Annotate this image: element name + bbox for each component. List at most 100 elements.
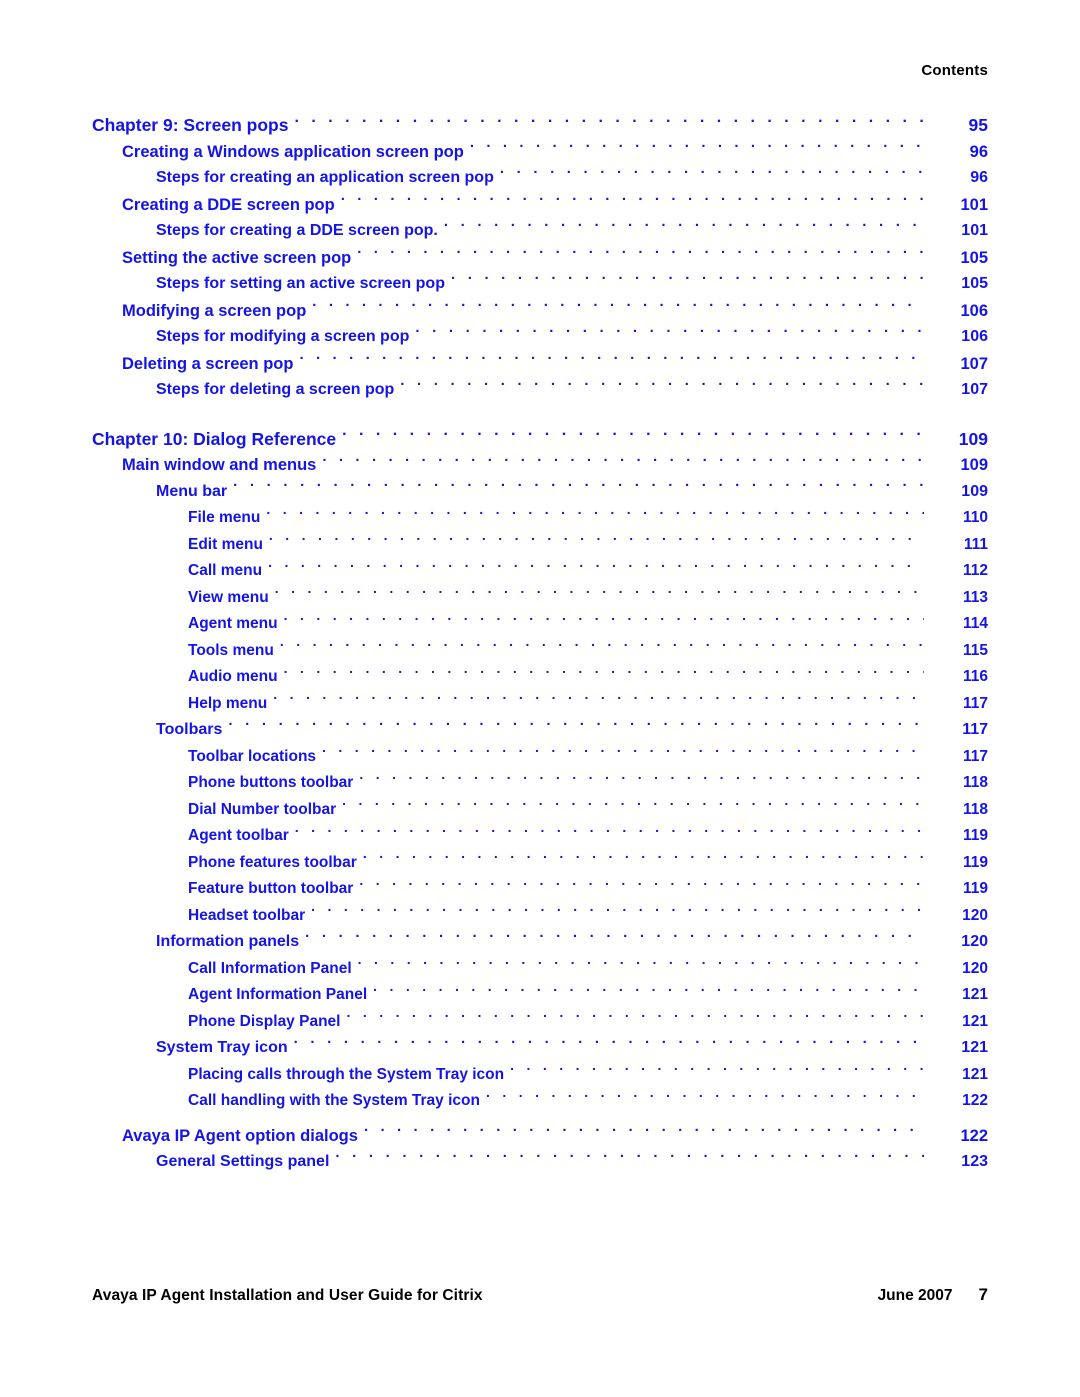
toc-entry[interactable]: Setting the active screen pop 105 <box>92 245 988 272</box>
toc-entry[interactable]: Modifying a screen pop 106 <box>92 298 988 325</box>
toc-entry-title: Tools menu <box>188 641 274 659</box>
toc-entry-title: Call Information Panel <box>188 959 352 977</box>
toc-entry-title: Steps for modifying a screen pop <box>156 328 410 345</box>
toc-entry[interactable]: Dial Number toolbar 118 <box>92 797 988 824</box>
toc-dot-leader <box>305 930 924 946</box>
toc-entry-page-number: 117 <box>962 747 988 765</box>
table-of-contents: Chapter 9: Screen pops 95 Creating a Windo… <box>92 112 988 1176</box>
toc-entry-title: Chapter 9: Screen pops <box>92 115 289 135</box>
toc-entry-page-number: 116 <box>962 668 988 685</box>
toc-entry-title: Audio menu <box>188 668 278 685</box>
toc-entry[interactable]: Toolbar locations 117 <box>92 744 988 771</box>
toc-entry[interactable]: Placing calls through the System Tray ic… <box>92 1062 988 1089</box>
toc-entry[interactable]: Creating a DDE screen pop 101 <box>92 192 988 219</box>
toc-entry[interactable]: Steps for setting an active screen pop 10… <box>92 271 988 298</box>
toc-entry[interactable]: Menu bar 109 <box>92 479 988 506</box>
footer-document-title: Avaya IP Agent Installation and User Gui… <box>92 1287 483 1304</box>
toc-entry-title: File menu <box>188 509 261 526</box>
toc-dot-leader <box>335 1150 924 1166</box>
toc-entry[interactable]: Headset toolbar 120 <box>92 903 988 930</box>
toc-entry[interactable]: Chapter 9: Screen pops 95 <box>92 112 988 139</box>
toc-entry-title: Agent menu <box>188 615 278 632</box>
toc-entry-page-number: 122 <box>960 1126 988 1145</box>
toc-entry-page-number: 109 <box>960 456 988 474</box>
toc-entry-page-number: 121 <box>962 1012 988 1030</box>
toc-entry[interactable]: Feature button toolbar 119 <box>92 876 988 903</box>
toc-entry[interactable]: Edit menu 111 <box>92 532 988 559</box>
toc-entry[interactable]: Creating a Windows application screen po… <box>92 139 988 166</box>
toc-entry[interactable]: Phone Display Panel 121 <box>92 1009 988 1036</box>
toc-entry[interactable]: Audio menu 116 <box>92 664 988 691</box>
toc-dot-leader <box>299 352 924 369</box>
toc-entry-title: Setting the active screen pop <box>122 248 352 267</box>
toc-entry-title: Phone Display Panel <box>188 1012 341 1030</box>
toc-entry[interactable]: Information panels 120 <box>92 929 988 956</box>
toc-dot-leader <box>268 560 924 576</box>
toc-entry[interactable]: Deleting a screen pop 107 <box>92 351 988 378</box>
toc-entry[interactable]: Phone buttons toolbar 118 <box>92 770 988 797</box>
toc-dot-leader <box>284 613 924 629</box>
toc-entry[interactable]: General Settings panel 123 <box>92 1149 988 1176</box>
toc-entry-title: View menu <box>188 588 269 606</box>
toc-entry[interactable]: Agent menu 114 <box>92 611 988 638</box>
toc-dot-leader <box>266 507 924 523</box>
toc-entry[interactable]: Steps for creating a DDE screen pop. 101 <box>92 218 988 245</box>
toc-dot-leader <box>364 1124 924 1141</box>
toc-dot-leader <box>486 1090 924 1106</box>
toc-dot-leader <box>342 427 924 445</box>
toc-entry[interactable]: Avaya IP Agent option dialogs 122 <box>92 1123 988 1150</box>
toc-dot-leader <box>294 114 924 132</box>
toc-entry[interactable]: Call handling with the System Tray icon 1… <box>92 1088 988 1115</box>
toc-entry[interactable]: View menu 113 <box>92 585 988 612</box>
footer-page-number: 7 <box>978 1285 988 1304</box>
toc-entry[interactable]: Steps for deleting a screen pop 107 <box>92 377 988 404</box>
toc-entry-title: Feature button toolbar <box>188 880 354 897</box>
toc-entry-page-number: 113 <box>962 588 988 606</box>
footer-date: June 2007 <box>877 1287 953 1304</box>
toc-dot-leader <box>444 219 924 235</box>
toc-entry-page-number: 105 <box>960 248 988 267</box>
toc-entry-title: Call menu <box>188 562 263 579</box>
toc-entry-page-number: 117 <box>962 721 988 738</box>
toc-entry[interactable]: Main window and menus 109 <box>92 452 988 479</box>
toc-entry-title: Steps for creating an application screen… <box>156 169 494 186</box>
toc-entry-page-number: 121 <box>962 986 988 1003</box>
toc-dot-leader <box>322 454 924 471</box>
toc-entry-title: Modifying a screen pop <box>122 301 307 320</box>
toc-entry[interactable]: System Tray icon 121 <box>92 1035 988 1062</box>
toc-dot-leader <box>311 904 924 920</box>
toc-entry[interactable]: Toolbars 117 <box>92 717 988 744</box>
toc-dot-leader <box>359 772 924 788</box>
toc-entry-title: General Settings panel <box>156 1153 330 1170</box>
toc-entry[interactable]: Chapter 10: Dialog Reference 109 <box>92 426 988 453</box>
toc-entry-page-number: 109 <box>961 482 988 500</box>
toc-entry-title: System Tray icon <box>156 1039 288 1056</box>
toc-entry-title: Toolbar locations <box>188 747 317 765</box>
toc-entry[interactable]: Call Information Panel 120 <box>92 956 988 983</box>
toc-entry[interactable]: File menu 110 <box>92 505 988 532</box>
toc-entry-title: Creating a DDE screen pop <box>122 195 335 214</box>
toc-entry[interactable]: Phone features toolbar 119 <box>92 850 988 877</box>
toc-entry-page-number: 121 <box>962 1065 988 1083</box>
page-footer: Avaya IP Agent Installation and User Gui… <box>92 1285 988 1305</box>
toc-entry[interactable]: Steps for modifying a screen pop 106 <box>92 324 988 351</box>
toc-dot-leader <box>294 1036 924 1052</box>
toc-entry-title: Main window and menus <box>122 456 317 474</box>
toc-entry[interactable]: Agent toolbar 119 <box>92 823 988 850</box>
toc-entry-page-number: 96 <box>969 142 988 161</box>
toc-entry[interactable]: Help menu 117 <box>92 691 988 718</box>
toc-entry-page-number: 121 <box>961 1039 988 1056</box>
toc-entry-title: Steps for creating a DDE screen pop. <box>156 222 438 239</box>
toc-dot-leader <box>312 299 924 316</box>
toc-entry[interactable]: Steps for creating an application screen… <box>92 165 988 192</box>
toc-dot-leader <box>500 166 924 182</box>
toc-dot-leader <box>273 692 924 708</box>
toc-dot-leader <box>470 140 924 157</box>
toc-entry[interactable]: Agent Information Panel 121 <box>92 982 988 1009</box>
toc-entry-page-number: 101 <box>961 222 988 239</box>
toc-entry-page-number: 111 <box>963 535 988 553</box>
toc-entry[interactable]: Call menu 112 <box>92 558 988 585</box>
toc-entry-page-number: 112 <box>962 562 988 579</box>
toc-entry-title: Phone features toolbar <box>188 853 357 871</box>
toc-entry[interactable]: Tools menu 115 <box>92 638 988 665</box>
